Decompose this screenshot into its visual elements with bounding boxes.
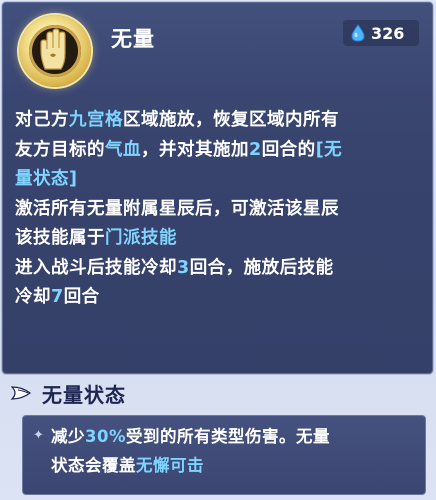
text-segment: 受到的所有类型伤害。无量 <box>126 427 330 446</box>
text-segment: 回合 <box>63 287 100 307</box>
text-segment: 减少 <box>51 427 85 446</box>
water-drop-icon <box>351 24 365 42</box>
status-description: 减少30%受到的所有类型伤害。无量 状态会覆盖无懈可击 <box>51 422 419 480</box>
description-line: 进入战斗后技能冷却3回合，施放后技能 <box>15 254 427 284</box>
sparkle-icon: ✦ <box>33 428 44 443</box>
description-line: 友方目标的气血，并对其施加2回合的[无 <box>15 136 427 166</box>
highlighted-term: 无懈可击 <box>136 456 204 475</box>
palm-seal-icon <box>19 15 91 87</box>
status-line: 减少30%受到的所有类型伤害。无量 <box>51 422 419 451</box>
highlighted-term: 7 <box>51 287 64 307</box>
text-segment: 友方目标的 <box>15 139 105 160</box>
description-line: 量状态] <box>15 165 427 195</box>
text-segment: 状态会覆盖 <box>51 456 136 475</box>
highlighted-term: 门派技能 <box>105 228 177 248</box>
text-segment: 对己方 <box>15 110 69 130</box>
cost-badge: 326 <box>343 20 419 46</box>
cost-value: 326 <box>371 23 405 43</box>
status-description-box: ✦ 减少30%受到的所有类型伤害。无量 状态会覆盖无懈可击 <box>22 415 426 495</box>
arrow-bullet-icon <box>10 386 32 400</box>
text-segment: 回合的 <box>261 139 316 160</box>
text-segment: ，并对其施加 <box>141 139 249 160</box>
text-segment: 回合，施放后技能 <box>189 257 334 278</box>
description-line: 冷却7回合 <box>15 283 427 313</box>
text-segment: 进入战斗后技能冷却 <box>15 257 177 278</box>
skill-description: 对己方九宫格区域施放，恢复区域内所有 友方目标的气血，并对其施加2回合的[无 量… <box>15 106 427 313</box>
highlighted-term: 九宫格 <box>69 110 123 130</box>
hand-icon <box>40 28 66 70</box>
highlighted-term: 30% <box>85 427 126 446</box>
text-segment: 区域施放，恢复区域内所有 <box>123 110 339 130</box>
highlighted-term: [无 <box>315 139 343 160</box>
highlighted-term: 量状态] <box>15 169 78 189</box>
skill-name: 无量 <box>111 27 155 51</box>
description-line: 对己方九宫格区域施放，恢复区域内所有 <box>15 106 427 136</box>
status-line: 状态会覆盖无懈可击 <box>51 451 419 480</box>
highlighted-term: 气血 <box>105 139 141 160</box>
highlighted-term: 3 <box>177 257 190 278</box>
highlighted-term: 2 <box>249 139 262 160</box>
text-segment: 冷却 <box>15 287 51 307</box>
status-title: 无量状态 <box>42 382 126 407</box>
status-section-header: 无量状态 <box>10 376 126 410</box>
description-line: 该技能属于门派技能 <box>15 224 427 254</box>
description-line: 激活所有无量附属星辰后，可激活该星辰 <box>15 195 427 225</box>
text-segment: 激活所有无量附属星辰后，可激活该星辰 <box>15 198 339 219</box>
skill-tooltip-panel: 无量 326 对己方九宫格区域施放，恢复区域内所有 友方目标的气血，并对其施加2… <box>2 2 433 374</box>
text-segment: 该技能属于 <box>15 228 105 248</box>
